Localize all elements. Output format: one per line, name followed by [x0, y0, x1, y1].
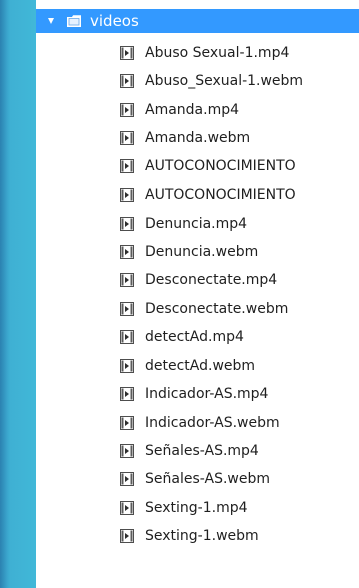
file-item[interactable]: Indicador-AS.webm	[36, 411, 359, 435]
file-item[interactable]: Abuso Sexual-1.mp4	[36, 41, 359, 65]
video-file-icon	[120, 444, 134, 458]
video-file-icon	[120, 74, 134, 88]
file-item[interactable]: Señales-AS.webm	[36, 467, 359, 491]
video-file-icon	[120, 131, 134, 145]
file-item-label: Señales-AS.mp4	[145, 443, 259, 459]
file-item-label: Abuso Sexual-1.mp4	[145, 45, 290, 61]
video-file-icon	[120, 103, 134, 117]
file-item[interactable]: Amanda.webm	[36, 126, 359, 150]
video-file-icon	[120, 302, 134, 316]
folder-icon	[66, 14, 82, 28]
file-item[interactable]: Denuncia.webm	[36, 240, 359, 264]
video-file-icon	[120, 359, 134, 373]
file-item-label: Indicador-AS.webm	[145, 415, 280, 431]
file-item[interactable]: Desconectate.webm	[36, 297, 359, 321]
file-item-label: Desconectate.mp4	[145, 272, 278, 288]
triangle-down-icon[interactable]	[46, 16, 56, 26]
file-item[interactable]: Sexting-1.webm	[36, 524, 359, 548]
file-item-label: Denuncia.mp4	[145, 216, 248, 232]
file-item-label: Sexting-1.webm	[145, 528, 259, 544]
video-file-icon	[120, 159, 134, 173]
file-item[interactable]: Abuso_Sexual-1.webm	[36, 69, 359, 93]
file-item[interactable]: Indicador-AS.mp4	[36, 382, 359, 406]
file-item-label: Amanda.webm	[145, 130, 251, 146]
file-item[interactable]: Denuncia.mp4	[36, 212, 359, 236]
video-file-icon	[120, 273, 134, 287]
panel-edge-shadow	[0, 0, 8, 588]
file-tree-panel[interactable]: videos Abuso Sexual-1.mp4 Abuso_Sexual-1…	[36, 0, 359, 588]
video-file-icon	[120, 330, 134, 344]
video-file-icon	[120, 46, 134, 60]
file-item-label: Señales-AS.webm	[145, 471, 270, 487]
file-item[interactable]: Señales-AS.mp4	[36, 439, 359, 463]
file-item-label: Sexting-1.mp4	[145, 500, 248, 516]
file-item[interactable]: Sexting-1.mp4	[36, 496, 359, 520]
tree-root-label: videos	[90, 12, 139, 30]
file-item[interactable]: detectAd.webm	[36, 354, 359, 378]
file-item-label: Indicador-AS.mp4	[145, 386, 269, 402]
file-item-label: AUTOCONOCIMIENTO	[145, 158, 296, 174]
file-item[interactable]: Desconectate.mp4	[36, 268, 359, 292]
file-item-label: detectAd.mp4	[145, 329, 244, 345]
file-item[interactable]: AUTOCONOCIMIENTO	[36, 183, 359, 207]
file-item[interactable]: AUTOCONOCIMIENTO	[36, 154, 359, 178]
file-item[interactable]: detectAd.mp4	[36, 325, 359, 349]
video-file-icon	[120, 245, 134, 259]
video-file-icon	[120, 188, 134, 202]
video-file-icon	[120, 217, 134, 231]
video-file-icon	[120, 529, 134, 543]
file-item[interactable]: Amanda.mp4	[36, 98, 359, 122]
file-item-label: Amanda.mp4	[145, 102, 240, 118]
file-item-label: Abuso_Sexual-1.webm	[145, 73, 304, 89]
tree-root-videos[interactable]: videos	[36, 9, 359, 33]
file-item-label: Denuncia.webm	[145, 244, 259, 260]
video-file-icon	[120, 472, 134, 486]
file-item-label: Desconectate.webm	[145, 301, 289, 317]
file-item-label: AUTOCONOCIMIENTO	[145, 187, 296, 203]
video-file-icon	[120, 501, 134, 515]
file-item-label: detectAd.webm	[145, 358, 256, 374]
video-file-icon	[120, 387, 134, 401]
video-file-icon	[120, 416, 134, 430]
